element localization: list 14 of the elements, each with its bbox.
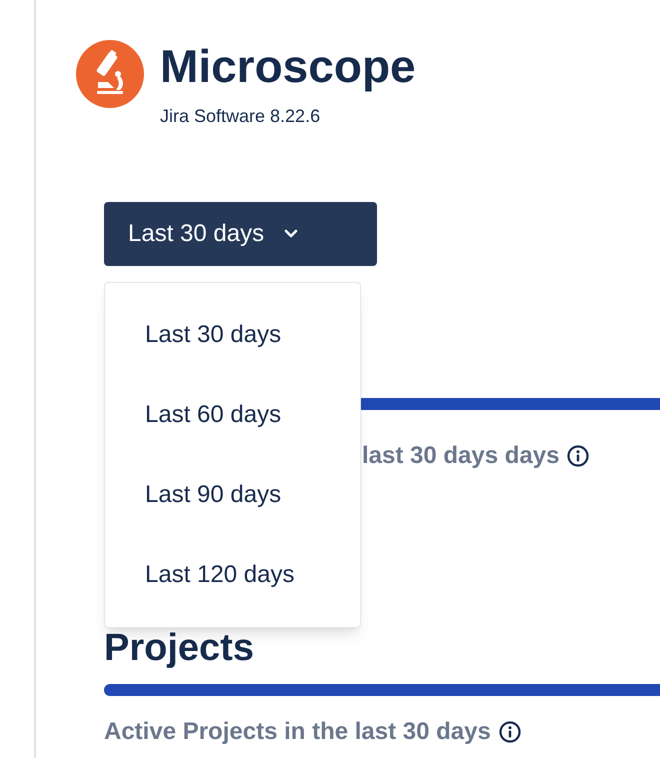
chevron-down-icon <box>284 229 298 239</box>
section-heading: Projects <box>104 626 255 671</box>
app-version: Jira Software 8.22.6 <box>160 105 322 128</box>
stat-label: Active Projects in the last 30 days <box>104 718 491 746</box>
microscope-logo-icon <box>76 40 144 108</box>
info-icon <box>498 721 521 743</box>
stat-label: last 30 days days <box>362 442 560 470</box>
dropdown-option[interactable]: Last 120 days <box>105 535 360 615</box>
info-icon <box>567 445 590 467</box>
dropdown-option[interactable]: Last 60 days <box>105 375 360 455</box>
app-title: Microscope <box>160 40 416 92</box>
dropdown-option[interactable]: Last 90 days <box>105 455 360 535</box>
period-dropdown[interactable]: Last 30 days <box>104 202 377 266</box>
dropdown-option[interactable]: Last 30 days <box>105 295 360 375</box>
